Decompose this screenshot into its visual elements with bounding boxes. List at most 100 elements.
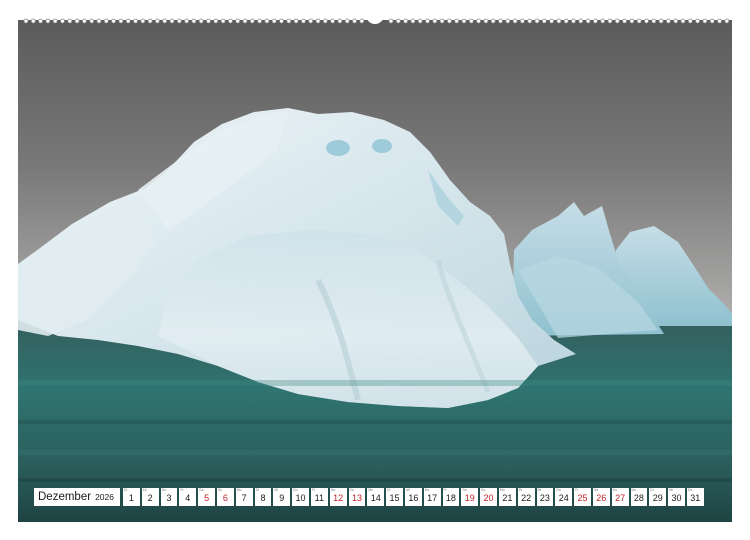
binding-hole (593, 18, 598, 24)
binding-hole (600, 18, 606, 24)
month-label: Dezember 2026 (34, 488, 120, 506)
binding-hole (147, 18, 153, 24)
binding-hole (257, 18, 263, 24)
day-cell: Fr 25 (574, 488, 591, 506)
weekday-label: Di (123, 488, 128, 492)
iceberg-scene (18, 20, 732, 522)
binding-hole (395, 18, 401, 24)
binding-hole (483, 18, 489, 24)
day-number: 17 (427, 493, 438, 503)
binding-hole (498, 18, 503, 24)
binding-hole (264, 18, 270, 24)
binding-hole (227, 18, 233, 24)
binding-hole (454, 18, 460, 24)
binding-hole (512, 18, 518, 24)
binding-hole (60, 18, 65, 24)
day-number: 12 (333, 493, 344, 503)
binding-hole (571, 18, 576, 24)
binding-hole (67, 18, 73, 24)
weekday-label: Mi (142, 488, 147, 492)
binding-hole (585, 18, 591, 24)
binding-hole (607, 18, 613, 24)
day-number: 25 (577, 493, 588, 503)
year-label: 2026 (95, 492, 114, 502)
weekday-label: Di (387, 488, 391, 492)
binding-hole (337, 18, 343, 24)
day-number: 20 (483, 493, 494, 503)
month-name: Dezember (38, 491, 92, 503)
day-cell: Di 15 (386, 488, 403, 506)
weekday-label: Sa (199, 488, 204, 492)
day-number: 27 (615, 493, 626, 503)
weekday-label: So (217, 488, 223, 492)
weekday-label: So (349, 488, 354, 492)
binding-hole (242, 18, 248, 24)
binding-hole (293, 18, 299, 24)
weekday-label: Mi (405, 488, 410, 492)
day-cell: Di 22 (517, 488, 535, 506)
day-cell: Di 1 (122, 488, 140, 506)
day-number: 15 (389, 493, 400, 503)
binding-hole (658, 18, 664, 24)
weekday-label: Sa (593, 488, 599, 492)
weekday-label: Do (293, 488, 298, 492)
iceberg-photo (18, 20, 732, 522)
day-cell: Mi 16 (404, 488, 422, 506)
day-number: 7 (241, 493, 247, 503)
weekday-label: Fr (311, 488, 316, 492)
binding-hole (687, 18, 693, 24)
day-cell: Do 3 (160, 488, 178, 506)
day-number: 16 (408, 493, 419, 503)
binding-hole (125, 18, 131, 24)
day-number: 30 (671, 493, 682, 503)
weekday-label: Mo (631, 488, 637, 492)
weekday-label: Fr (443, 488, 447, 492)
binding-hole (578, 18, 584, 24)
binding-hole (45, 18, 51, 24)
day-cell: Mo 7 (235, 488, 253, 506)
binding-hole (666, 18, 671, 24)
day-cell: Mo 28 (630, 488, 648, 506)
weekday-label: Di (255, 488, 259, 492)
binding-hole (403, 18, 409, 24)
day-cell: So 13 (348, 488, 366, 506)
binding-hole (636, 18, 642, 24)
binding-hole (140, 18, 146, 24)
binding-hole (286, 18, 292, 24)
day-cells: Di 1 Mi 2 Do 3 Fr 4 Sa 5 So 6 Mo 7 Di 8 Mi 9 Do 10 Fr 11 Sa 12 S… (122, 488, 716, 506)
weekday-label: Fr (180, 488, 184, 492)
binding-hole (563, 18, 569, 24)
binding-hole (709, 18, 715, 24)
binding-hole (74, 18, 80, 24)
weekday-label: Do (161, 488, 167, 492)
day-cell: Sa 5 (198, 488, 215, 506)
binding-hole (417, 18, 423, 24)
binding-hole (249, 18, 255, 24)
binding-hole (490, 18, 496, 24)
day-cell: So 6 (216, 488, 234, 506)
binding-hole (169, 18, 175, 24)
day-number: 28 (633, 493, 644, 503)
day-number: 4 (185, 493, 191, 503)
binding-hole (724, 18, 730, 24)
weekday-label: Do (556, 488, 561, 492)
weekday-label: Di (650, 488, 654, 492)
binding-hole (279, 18, 284, 24)
day-number: 19 (464, 493, 475, 503)
day-cell: Sa 12 (329, 488, 347, 506)
binding-hole (103, 18, 109, 24)
binding-hole (235, 18, 241, 24)
day-number: 24 (558, 493, 569, 503)
day-cell: Mi 9 (273, 488, 291, 506)
binding-hole (388, 18, 394, 24)
binding-hole (629, 18, 635, 24)
binding-hole (89, 18, 95, 24)
binding-hole (315, 18, 321, 24)
day-cell: So 20 (480, 488, 497, 506)
binding-hole (300, 18, 306, 24)
binding-hole (359, 18, 365, 24)
weekday-label: Mo (368, 488, 374, 492)
weekday-label: Mo (236, 488, 242, 492)
binding-hole (162, 18, 168, 24)
binding-hole (23, 18, 29, 24)
